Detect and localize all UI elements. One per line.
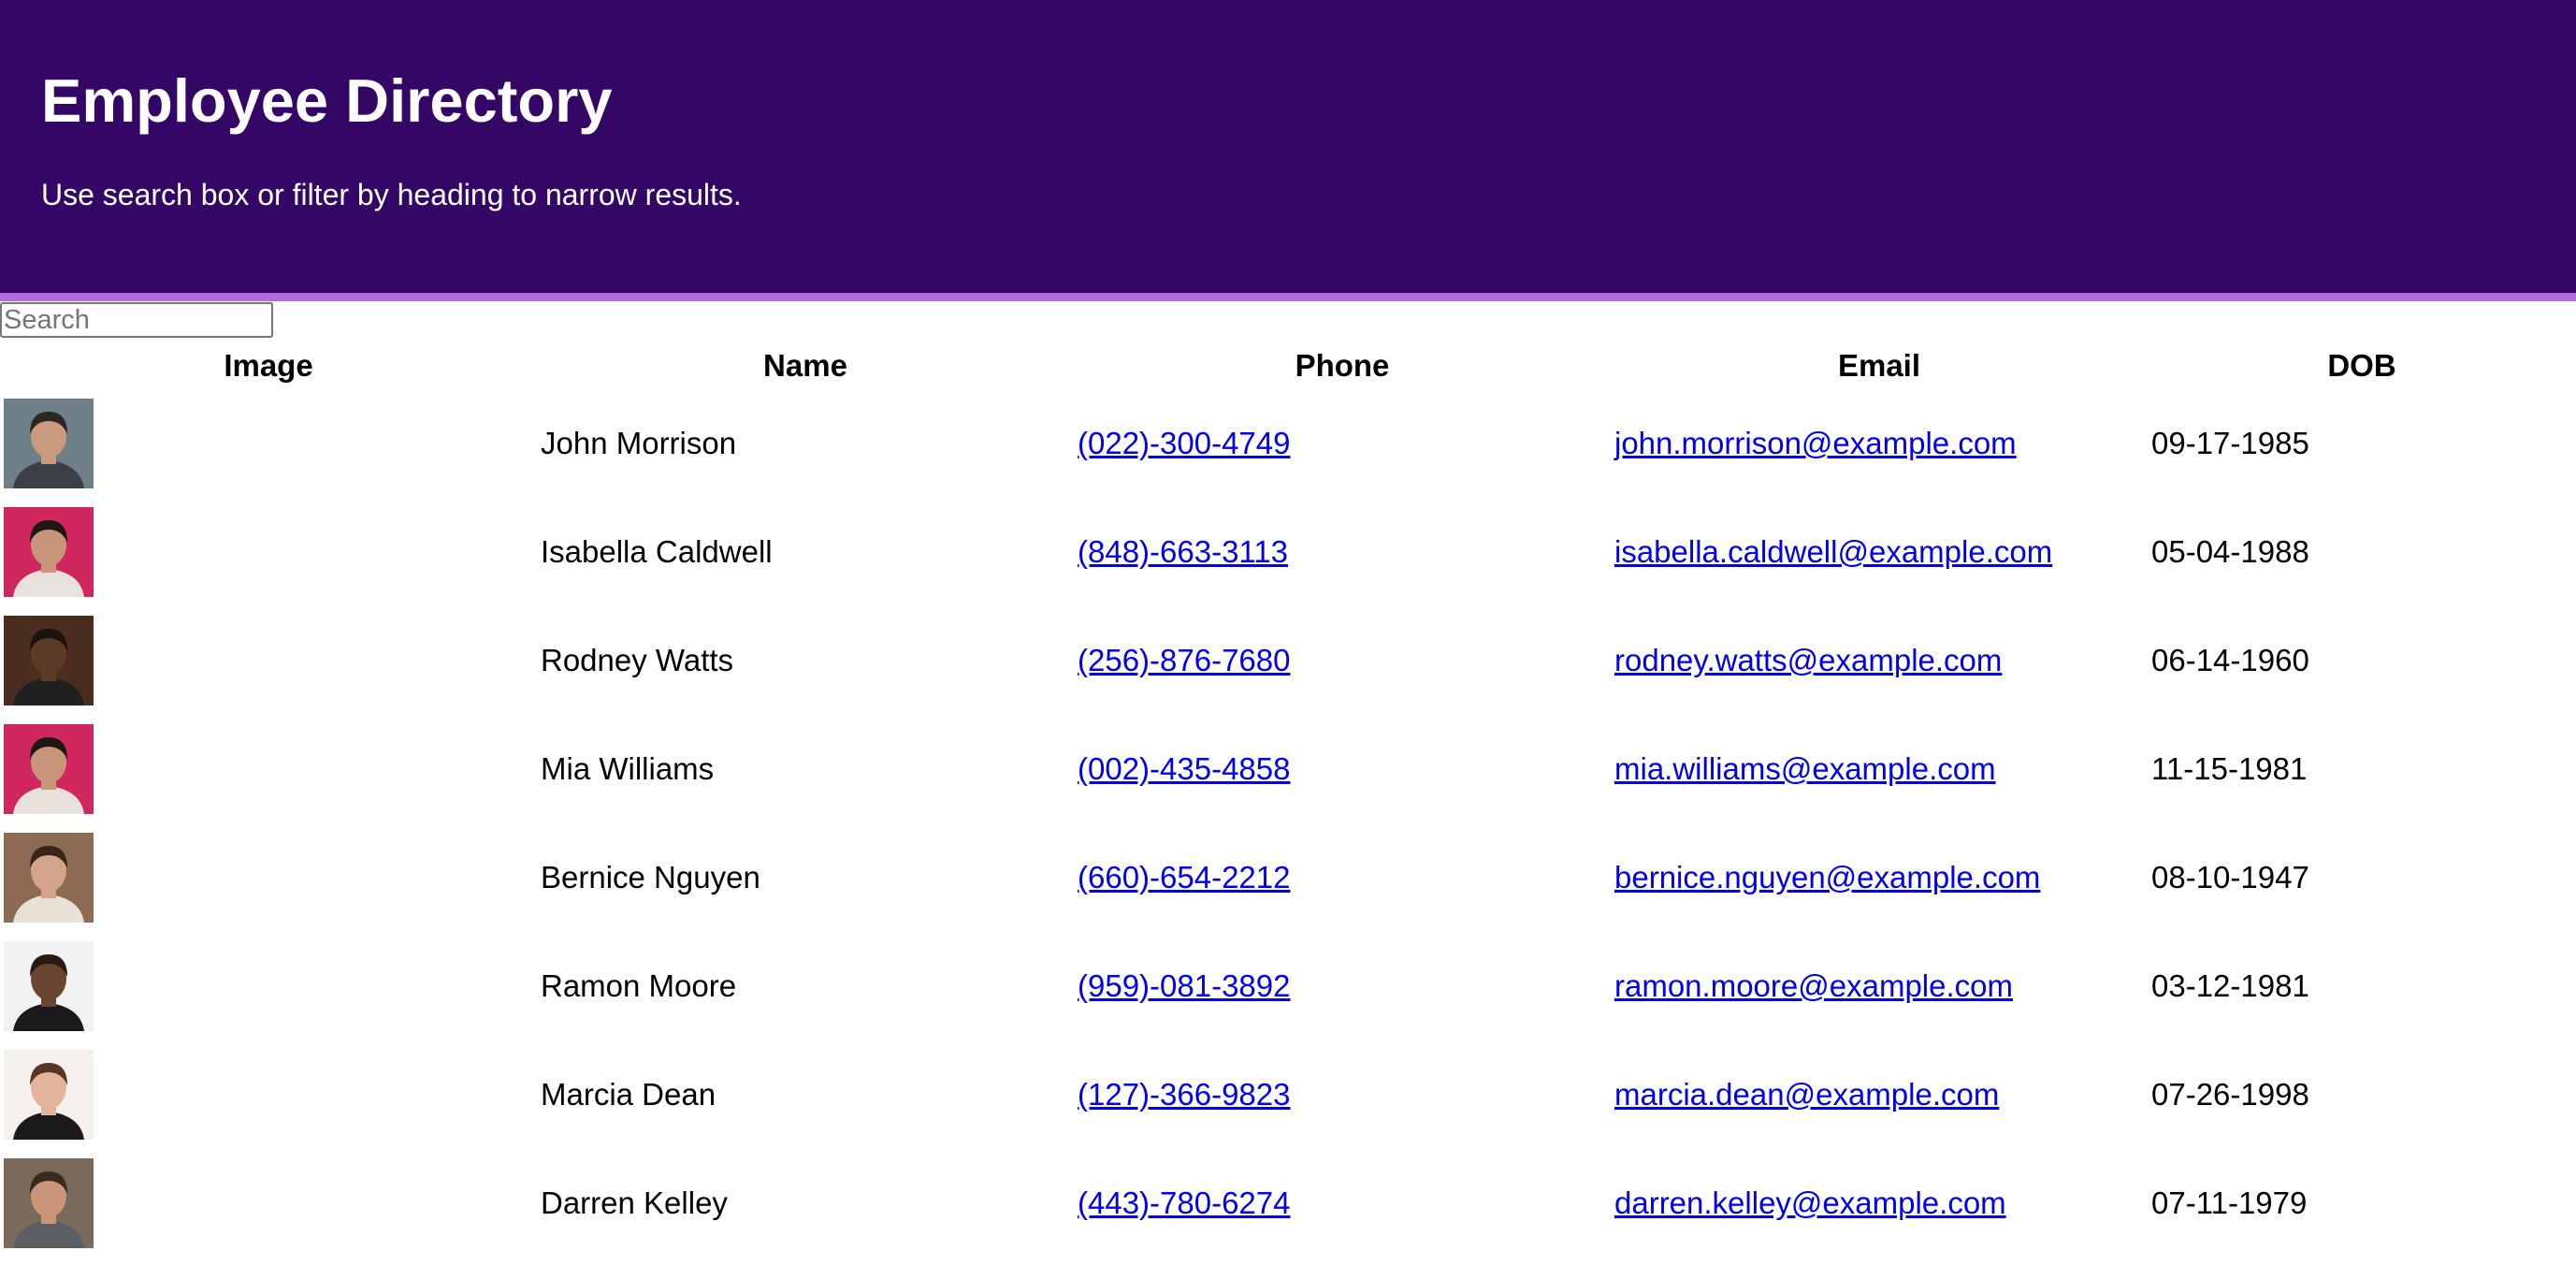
employee-email-cell: darren.kelley@example.com (1611, 1149, 2148, 1258)
employee-email-cell: bernice.nguyen@example.com (1611, 823, 2148, 932)
phone-link[interactable]: (022)-300-4749 (1078, 426, 1291, 460)
phone-link[interactable]: (002)-435-4858 (1078, 751, 1291, 786)
column-header-dob[interactable]: DOB (2148, 342, 2576, 389)
employee-photo (4, 507, 94, 597)
employee-name: Ramon Moore (541, 968, 737, 1003)
table-row: Rodney Watts (256)-876-7680 rodney.watts@e… (0, 606, 2576, 715)
table-row: Darren Kelley (443)-780-6274 darren.kelley… (0, 1149, 2576, 1258)
employee-dob: 08-10-1947 (2151, 860, 2309, 895)
employee-photo-cell (0, 389, 537, 498)
page-title: Employee Directory (41, 66, 613, 135)
employee-dob: 03-12-1981 (2151, 968, 2309, 1003)
employee-email-cell: isabella.caldwell@example.com (1611, 498, 2148, 606)
employee-photo (4, 1050, 94, 1140)
email-link[interactable]: mia.williams@example.com (1614, 751, 1996, 786)
employee-phone-cell: (959)-081-3892 (1074, 932, 1611, 1040)
employee-photo-cell (0, 932, 537, 1040)
employee-phone-cell: (443)-780-6274 (1074, 1149, 1611, 1258)
employee-photo (4, 833, 94, 923)
employee-photo-cell (0, 1040, 537, 1149)
email-link[interactable]: rodney.watts@example.com (1614, 643, 2002, 677)
email-link[interactable]: isabella.caldwell@example.com (1614, 534, 2052, 569)
employee-name: Rodney Watts (541, 643, 734, 677)
email-link[interactable]: bernice.nguyen@example.com (1614, 860, 2040, 895)
email-link[interactable]: darren.kelley@example.com (1614, 1185, 2006, 1220)
employee-dob: 05-04-1988 (2151, 534, 2309, 569)
phone-link[interactable]: (959)-081-3892 (1078, 968, 1291, 1003)
employee-dob: 07-26-1998 (2151, 1077, 2309, 1112)
email-link[interactable]: ramon.moore@example.com (1614, 968, 2013, 1003)
phone-link[interactable]: (256)-876-7680 (1078, 643, 1291, 677)
table-body: John Morrison (022)-300-4749 john.morrison… (0, 389, 2576, 1258)
employee-name: Darren Kelley (541, 1185, 728, 1220)
column-header-image[interactable]: Image (0, 342, 537, 389)
employee-email-cell: rodney.watts@example.com (1611, 606, 2148, 715)
employee-email-cell: ramon.moore@example.com (1611, 932, 2148, 1040)
employee-photo (4, 616, 94, 705)
employee-phone-cell: (848)-663-3113 (1074, 498, 1611, 606)
employee-photo-cell (0, 1149, 537, 1258)
employee-phone-cell: (127)-366-9823 (1074, 1040, 1611, 1149)
table-row: Marcia Dean (127)-366-9823 marcia.dean@exa… (0, 1040, 2576, 1149)
employee-name: Isabella Caldwell (541, 534, 773, 569)
page-subtitle: Use search box or filter by heading to n… (41, 178, 742, 211)
employee-phone-cell: (256)-876-7680 (1074, 606, 1611, 715)
employee-name: Marcia Dean (541, 1077, 716, 1112)
email-link[interactable]: marcia.dean@example.com (1614, 1077, 1999, 1112)
page-header: Employee Directory Use search box or fil… (0, 0, 2576, 301)
employee-photo (4, 941, 94, 1031)
employee-phone-cell: (660)-654-2212 (1074, 823, 1611, 932)
employee-phone-cell: (002)-435-4858 (1074, 715, 1611, 823)
phone-link[interactable]: (660)-654-2212 (1078, 860, 1291, 895)
table-row: Mia Williams (002)-435-4858 mia.williams@e… (0, 715, 2576, 823)
column-header-email[interactable]: Email (1611, 342, 2148, 389)
employee-dob: 06-14-1960 (2151, 643, 2309, 677)
employee-name: Mia Williams (541, 751, 715, 786)
table-row: Bernice Nguyen (660)-654-2212 bernice.nguy… (0, 823, 2576, 932)
employee-name: John Morrison (541, 426, 737, 460)
table-row: John Morrison (022)-300-4749 john.morrison… (0, 389, 2576, 498)
employee-photo (4, 724, 94, 814)
employee-dob: 07-11-1979 (2151, 1185, 2308, 1220)
employee-email-cell: mia.williams@example.com (1611, 715, 2148, 823)
table-row: Isabella Caldwell (848)-663-3113 isabella.… (0, 498, 2576, 606)
employee-photo-cell (0, 498, 537, 606)
email-link[interactable]: john.morrison@example.com (1614, 426, 2017, 460)
employee-photo (4, 1158, 94, 1248)
phone-link[interactable]: (848)-663-3113 (1078, 534, 1288, 569)
employee-photo-cell (0, 606, 537, 715)
employee-email-cell: john.morrison@example.com (1611, 389, 2148, 498)
phone-link[interactable]: (443)-780-6274 (1078, 1185, 1291, 1220)
employee-phone-cell: (022)-300-4749 (1074, 389, 1611, 498)
employee-table: Image Name Phone Email DOB John Morrison… (0, 342, 2576, 1258)
employee-name: Bernice Nguyen (541, 860, 760, 895)
table-header-row: Image Name Phone Email DOB (0, 342, 2576, 389)
column-header-name[interactable]: Name (537, 342, 1074, 389)
table-row: Ramon Moore (959)-081-3892 ramon.moore@exa… (0, 932, 2576, 1040)
employee-photo (4, 399, 94, 488)
employee-dob: 09-17-1985 (2151, 426, 2309, 460)
employee-email-cell: marcia.dean@example.com (1611, 1040, 2148, 1149)
employee-dob: 11-15-1981 (2151, 751, 2308, 786)
search-input[interactable] (0, 302, 273, 338)
employee-photo-cell (0, 823, 537, 932)
phone-link[interactable]: (127)-366-9823 (1078, 1077, 1291, 1112)
employee-photo-cell (0, 715, 537, 823)
column-header-phone[interactable]: Phone (1074, 342, 1611, 389)
